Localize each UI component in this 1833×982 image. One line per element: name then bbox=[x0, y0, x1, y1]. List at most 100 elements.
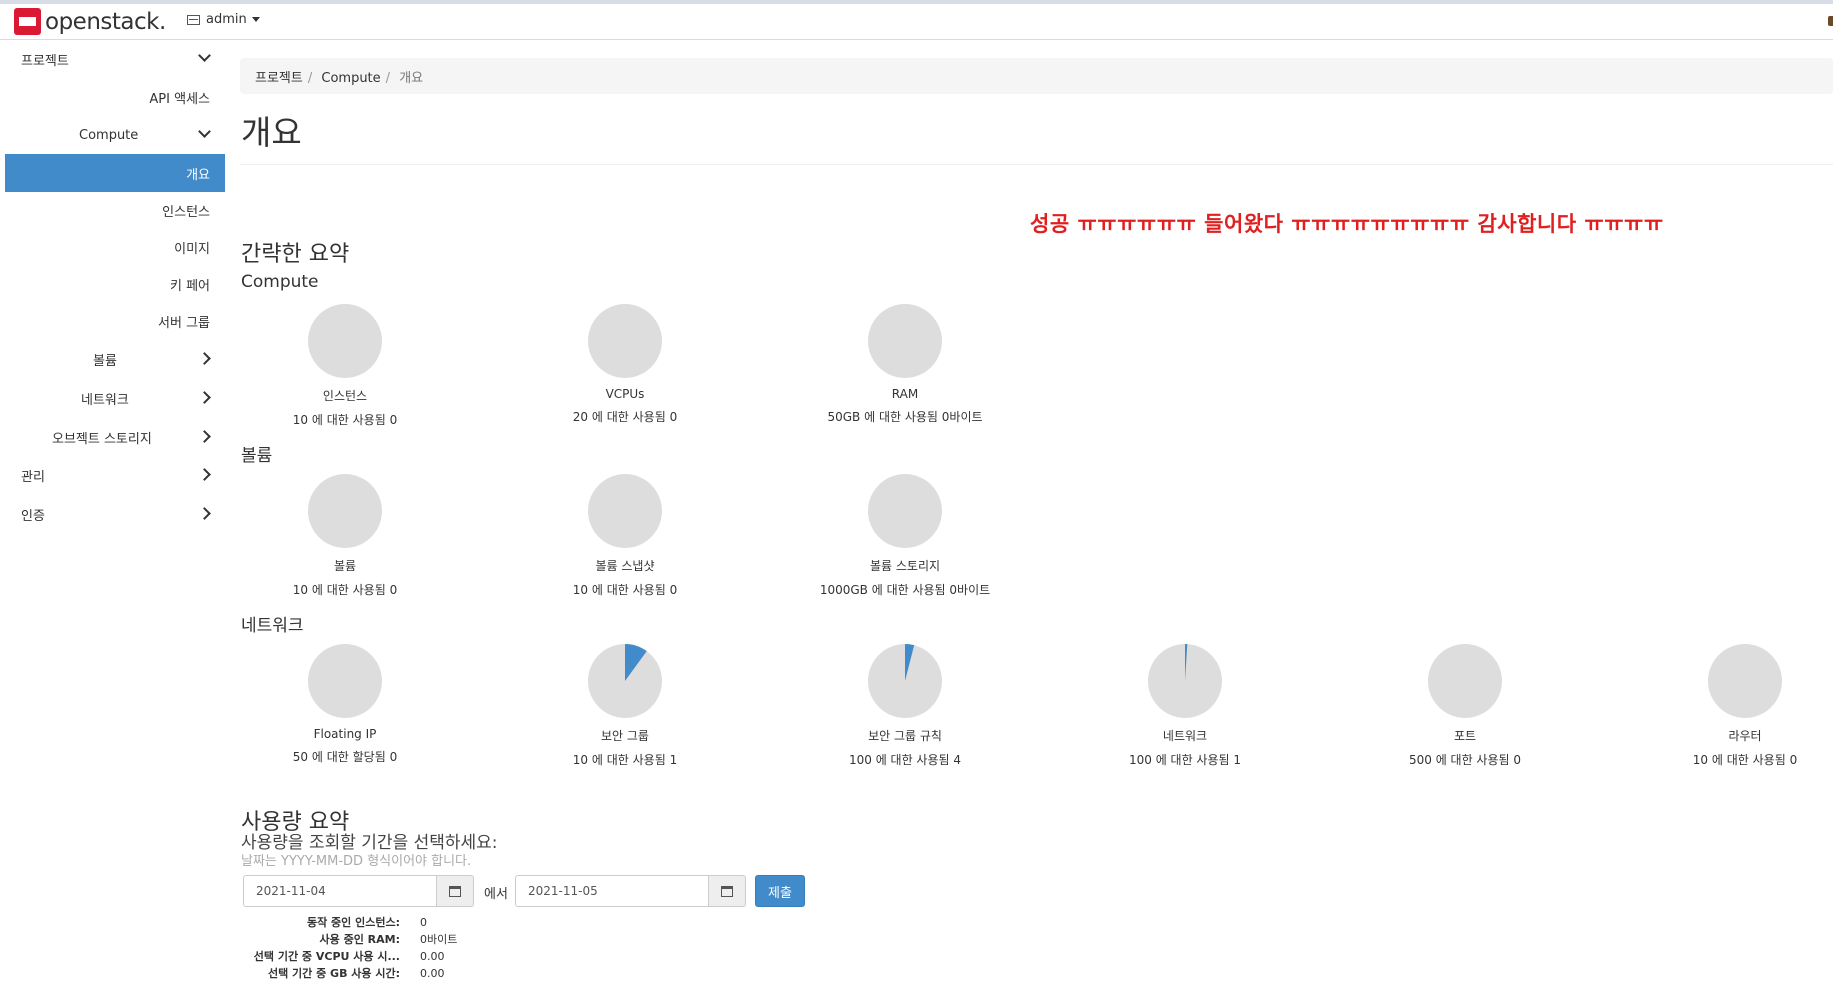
pie-label: VCPUs bbox=[605, 387, 645, 401]
pie-usage-text: 10 에 대한 사용됨 0 bbox=[292, 413, 398, 427]
pie-label: 네트워크 bbox=[1162, 729, 1208, 743]
sidebar-item-api-access[interactable]: API 액세스 bbox=[5, 78, 225, 116]
pie-usage-text: 50 에 대한 할당됨 0 bbox=[292, 750, 398, 764]
pie-chart bbox=[308, 474, 382, 548]
from-label: 에서 bbox=[484, 887, 508, 902]
sidebar-item-label: 네트워크 bbox=[81, 392, 129, 408]
divider bbox=[240, 164, 1833, 165]
pie-label: 볼륨 스냅샷 bbox=[595, 559, 655, 573]
volume-heading: 볼륨 bbox=[241, 446, 273, 466]
pie-chart bbox=[308, 304, 382, 378]
end-date-input[interactable] bbox=[515, 875, 709, 907]
quota-pie: 보안 그룹 규칙 100 에 대한 사용됨 4 bbox=[815, 644, 995, 768]
pie-usage-text: 100 에 대한 사용됨 1 bbox=[1128, 753, 1242, 767]
sidebar-item-server-groups[interactable]: 서버 그룹 bbox=[5, 302, 225, 340]
sidebar: 프로젝트 API 액세스 Compute 개요 인스턴스 이미지 키 페어 서버… bbox=[5, 40, 225, 982]
pie-chart bbox=[588, 644, 662, 718]
end-date-calendar-button[interactable] bbox=[709, 875, 746, 907]
sidebar-item-images[interactable]: 이미지 bbox=[5, 228, 225, 266]
success-banner-text: 성공 ㅠㅠㅠㅠㅠㅠ 들어왔다 ㅠㅠㅠㅠㅠㅠㅠㅠㅠ 감사합니다 ㅠㅠㅠㅠ bbox=[1030, 212, 1664, 236]
pie-chart bbox=[1708, 644, 1782, 718]
sidebar-item-label: 인스턴스 bbox=[162, 204, 210, 220]
pie-usage-text: 50GB 에 대한 사용됨 0바이트 bbox=[827, 410, 983, 424]
pie-chart bbox=[1148, 644, 1222, 718]
sidebar-item-identity[interactable]: 인증 bbox=[5, 495, 225, 533]
pie-usage-text: 20 에 대한 사용됨 0 bbox=[572, 410, 678, 424]
sidebar-item-project[interactable]: 프로젝트 bbox=[5, 40, 225, 78]
pie-chart bbox=[868, 474, 942, 548]
stat-value: 0 bbox=[420, 916, 427, 929]
quota-pie: 라우터 10 에 대한 사용됨 0 bbox=[1655, 644, 1833, 768]
stat-value: 0바이트 bbox=[420, 933, 458, 946]
compute-heading: Compute bbox=[241, 272, 319, 292]
logo-text: openstack. bbox=[45, 8, 166, 35]
quota-pie: Floating IP 50 에 대한 할당됨 0 bbox=[255, 644, 435, 765]
sidebar-item-label: 관리 bbox=[21, 469, 45, 485]
sidebar-item-admin[interactable]: 관리 bbox=[5, 456, 225, 494]
stat-row: 선택 기간 중 GB 사용 시간: 0.00 bbox=[240, 965, 457, 982]
pie-background bbox=[868, 304, 942, 378]
date-format-hint: 날짜는 YYYY-MM-DD 형식이어야 합니다. bbox=[241, 854, 472, 869]
pie-usage-text: 100 에 대한 사용됨 4 bbox=[848, 753, 962, 767]
quota-pie: 포트 500 에 대한 사용됨 0 bbox=[1375, 644, 1555, 768]
pie-label: 볼륨 bbox=[333, 559, 357, 573]
pie-usage-text: 10 에 대한 사용됨 0 bbox=[572, 583, 678, 597]
sidebar-item-label: 이미지 bbox=[174, 241, 210, 257]
pie-background bbox=[1708, 644, 1782, 718]
user-menu-icon[interactable] bbox=[1828, 16, 1833, 26]
pie-background bbox=[588, 304, 662, 378]
pie-label: 보안 그룹 bbox=[601, 729, 649, 743]
sidebar-item-compute[interactable]: Compute bbox=[5, 116, 225, 154]
calendar-icon bbox=[449, 885, 461, 897]
stat-row: 사용 중인 RAM: 0바이트 bbox=[240, 931, 458, 948]
project-icon bbox=[187, 14, 200, 25]
main-content: 프로젝트 / Compute / 개요 개요 간략한 요약 성공 ㅠㅠㅠㅠㅠㅠ 들어… bbox=[240, 40, 1833, 982]
sidebar-item-label: 프로젝트 bbox=[21, 53, 69, 69]
start-date-group bbox=[243, 875, 474, 907]
project-name: admin bbox=[206, 12, 247, 27]
sidebar-item-label: 서버 그룹 bbox=[158, 315, 210, 331]
stat-row: 선택 기간 중 VCPU 사용 시... 0.00 bbox=[240, 948, 457, 965]
quota-pie: RAM 50GB 에 대한 사용됨 0바이트 bbox=[815, 304, 995, 425]
limit-summary-heading: 간략한 요약 bbox=[241, 242, 350, 267]
sidebar-item-network[interactable]: 네트워크 bbox=[5, 379, 225, 417]
quota-pie: 네트워크 100 에 대한 사용됨 1 bbox=[1095, 644, 1275, 768]
openstack-logo-icon bbox=[14, 8, 41, 35]
sidebar-item-label: 인증 bbox=[21, 508, 45, 524]
usage-stats: 동작 중인 인스턴스: 0 사용 중인 RAM: 0바이트 선택 기간 중 VC… bbox=[240, 914, 458, 982]
top-navbar: openstack. admin bbox=[0, 0, 1833, 40]
pie-usage-text: 1000GB 에 대한 사용됨 0바이트 bbox=[819, 583, 991, 597]
sidebar-item-instances[interactable]: 인스턴스 bbox=[5, 191, 225, 229]
sidebar-item-key-pairs[interactable]: 키 페어 bbox=[5, 265, 225, 303]
pie-label: 라우터 bbox=[1728, 729, 1762, 743]
sidebar-item-object-storage[interactable]: 오브젝트 스토리지 bbox=[5, 418, 225, 456]
network-heading: 네트워크 bbox=[241, 616, 304, 636]
stat-value: 0.00 bbox=[420, 950, 445, 963]
page-title: 개요 bbox=[241, 113, 302, 152]
pie-background bbox=[1428, 644, 1502, 718]
start-date-input[interactable] bbox=[243, 875, 437, 907]
sidebar-item-overview[interactable]: 개요 bbox=[5, 154, 225, 192]
pie-chart bbox=[868, 304, 942, 378]
pie-usage-text: 10 에 대한 사용됨 0 bbox=[1692, 753, 1798, 767]
openstack-logo[interactable]: openstack. bbox=[14, 8, 166, 35]
pie-background bbox=[868, 474, 942, 548]
sidebar-item-volume[interactable]: 볼륨 bbox=[5, 340, 225, 378]
stat-row: 동작 중인 인스턴스: 0 bbox=[240, 914, 457, 931]
quota-pie: 볼륨 10 에 대한 사용됨 0 bbox=[255, 474, 435, 598]
pie-chart bbox=[588, 304, 662, 378]
sidebar-item-label: 개요 bbox=[186, 167, 210, 183]
chevron-right-icon bbox=[198, 430, 211, 443]
pie-label: 포트 bbox=[1453, 729, 1477, 743]
pie-background bbox=[308, 474, 382, 548]
breadcrumb-compute[interactable]: Compute bbox=[321, 71, 380, 86]
submit-button[interactable]: 제출 bbox=[755, 875, 805, 907]
stat-label: 선택 기간 중 VCPU 사용 시... bbox=[253, 950, 400, 963]
pie-chart bbox=[868, 644, 942, 718]
start-date-calendar-button[interactable] bbox=[437, 875, 474, 907]
sidebar-item-label: 키 페어 bbox=[169, 278, 210, 294]
chevron-right-icon bbox=[198, 352, 211, 365]
project-dropdown[interactable]: admin bbox=[187, 12, 260, 27]
stat-label: 동작 중인 인스턴스: bbox=[306, 916, 400, 929]
breadcrumb-project[interactable]: 프로젝트 bbox=[255, 71, 303, 86]
